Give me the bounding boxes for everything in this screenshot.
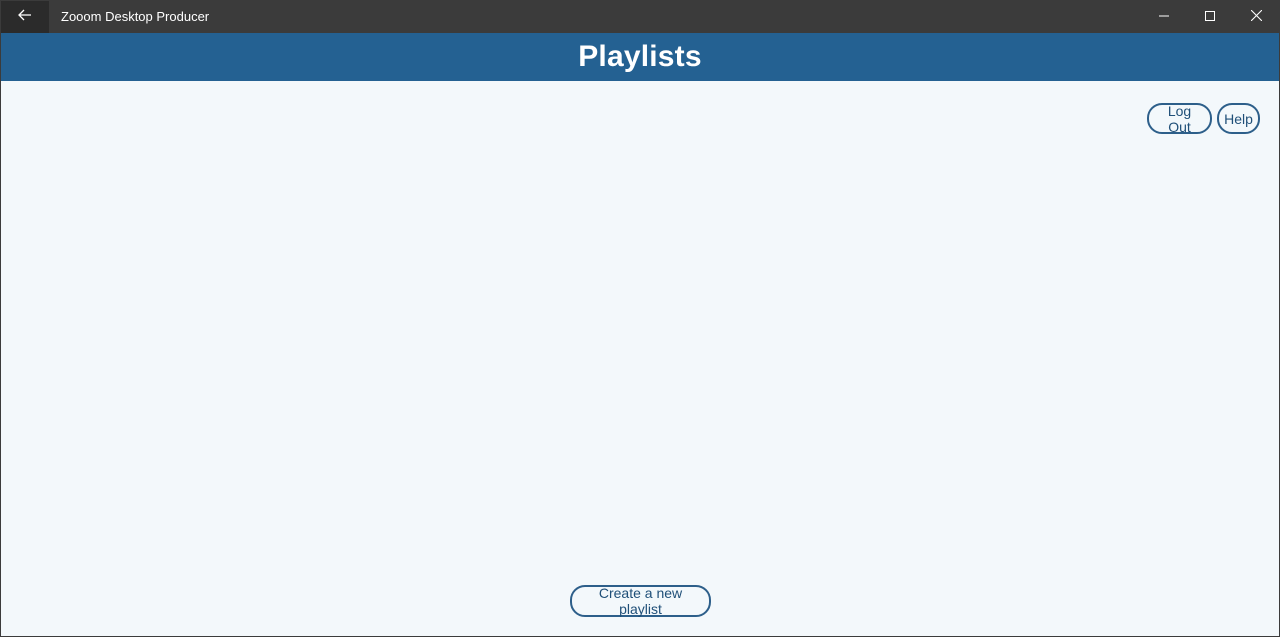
help-button[interactable]: Help bbox=[1217, 103, 1260, 134]
close-button[interactable] bbox=[1233, 1, 1279, 33]
page-header: Playlists bbox=[1, 33, 1279, 81]
maximize-icon bbox=[1205, 8, 1215, 26]
log-out-button[interactable]: Log Out bbox=[1147, 103, 1212, 135]
create-playlist-button[interactable]: Create a new playlist bbox=[570, 585, 711, 617]
app-window: Zooom Desktop Producer Playlists Log Out… bbox=[0, 0, 1280, 637]
close-icon bbox=[1250, 8, 1262, 26]
maximize-button[interactable] bbox=[1187, 1, 1233, 33]
minimize-icon bbox=[1159, 8, 1169, 26]
back-button[interactable] bbox=[1, 1, 49, 33]
page-title: Playlists bbox=[578, 40, 702, 73]
arrow-left-icon bbox=[18, 8, 32, 26]
app-title: Zooom Desktop Producer bbox=[61, 9, 210, 24]
title-bar: Zooom Desktop Producer bbox=[1, 1, 1279, 33]
minimize-button[interactable] bbox=[1141, 1, 1187, 33]
